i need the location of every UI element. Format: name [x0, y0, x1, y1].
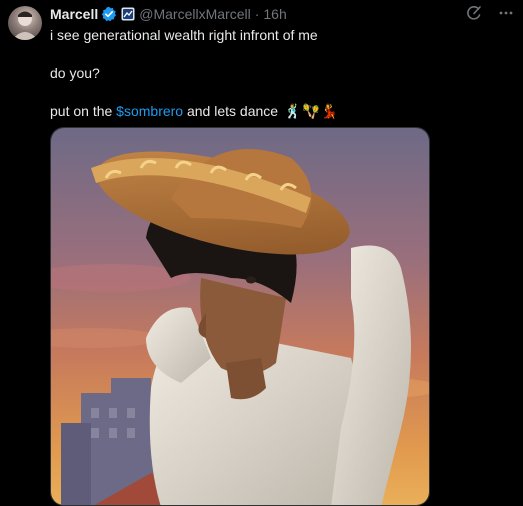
separator-dot: ·: [254, 6, 260, 22]
tweet-line-3-suffix: and lets dance: [183, 103, 282, 119]
tweet-header: Marcell @MarcellxMarcell · 16h: [50, 4, 287, 24]
verified-badge-icon: [101, 6, 117, 22]
affiliate-badge-icon: [121, 7, 135, 21]
timestamp[interactable]: 16h: [263, 6, 286, 22]
tweet-line-2: do you?: [50, 65, 100, 81]
author-name[interactable]: Marcell: [50, 6, 98, 22]
tweet-line-3-prefix: put on the: [50, 103, 117, 119]
emoji-group: 🕺🪇💃: [283, 103, 340, 119]
tweet-line-1: i see generational wealth right infront …: [50, 27, 318, 43]
more-options-icon[interactable]: [497, 4, 515, 22]
tweet-top-actions: [465, 4, 515, 22]
tweet-text: i see generational wealth right infront …: [50, 26, 510, 140]
grok-icon[interactable]: [465, 4, 483, 22]
tweet-image[interactable]: [50, 127, 430, 506]
tweet[interactable]: Marcell @MarcellxMarcell · 16h i see gen…: [0, 0, 523, 506]
avatar[interactable]: [8, 6, 42, 40]
tweet-line-3: put on the $sombrero and lets dance 🕺🪇💃: [50, 102, 510, 121]
author-handle[interactable]: @MarcellxMarcell: [139, 6, 250, 22]
cashtag-link[interactable]: $sombrero: [116, 103, 183, 119]
